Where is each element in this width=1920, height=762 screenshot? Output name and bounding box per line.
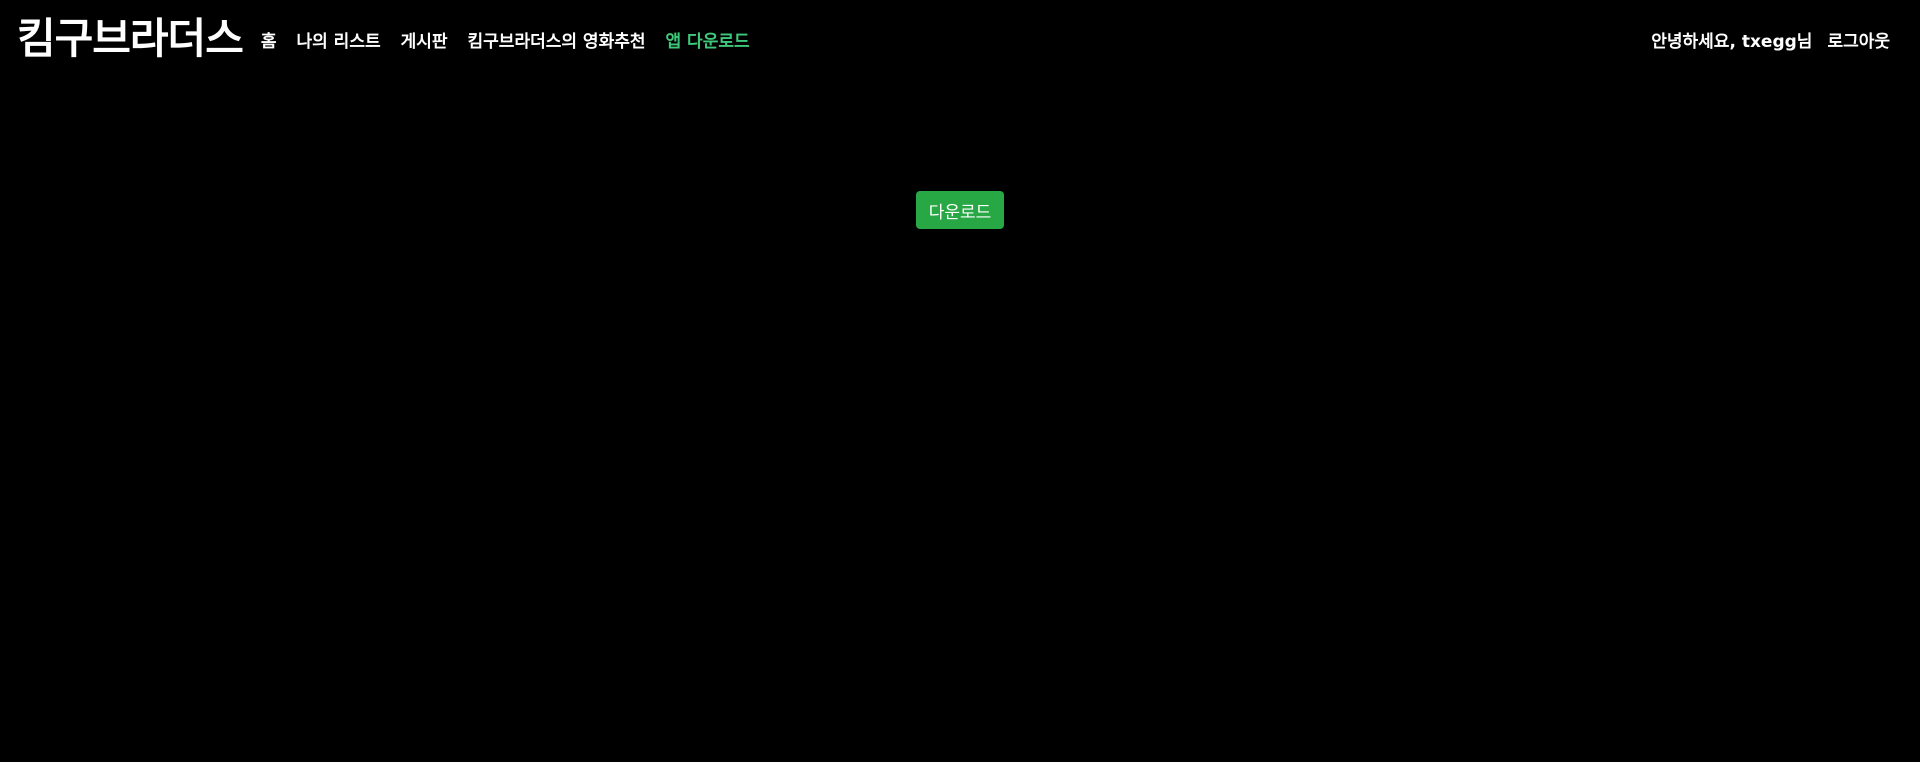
navbar-left: 킴구브라더스 홈 나의 리스트 게시판 킴구브라더스의 영화추천 앱 다운로드 — [17, 18, 750, 60]
logout-link[interactable]: 로그아웃 — [1827, 27, 1890, 52]
nav-links: 홈 나의 리스트 게시판 킴구브라더스의 영화추천 앱 다운로드 — [261, 27, 750, 52]
user-greeting: 안녕하세요, txegg님 — [1651, 31, 1813, 52]
nav-link-movie-recommendation[interactable]: 킴구브라더스의 영화추천 — [468, 27, 646, 52]
page: 킴구브라더스 홈 나의 리스트 게시판 킴구브라더스의 영화추천 앱 다운로드 … — [0, 0, 1920, 762]
top-navbar: 킴구브라더스 홈 나의 리스트 게시판 킴구브라더스의 영화추천 앱 다운로드 … — [0, 0, 1920, 78]
brand-logo[interactable]: 킴구브라더스 — [17, 18, 244, 60]
nav-link-board[interactable]: 게시판 — [401, 27, 448, 52]
nav-link-app-download[interactable]: 앱 다운로드 — [666, 27, 750, 52]
download-button[interactable]: 다운로드 — [916, 191, 1004, 229]
nav-link-home[interactable]: 홈 — [261, 27, 277, 52]
nav-link-my-list[interactable]: 나의 리스트 — [296, 27, 380, 52]
main-content: 다운로드 — [0, 78, 1920, 762]
navbar-right: 안녕하세요, txegg님 로그아웃 — [1651, 27, 1890, 52]
